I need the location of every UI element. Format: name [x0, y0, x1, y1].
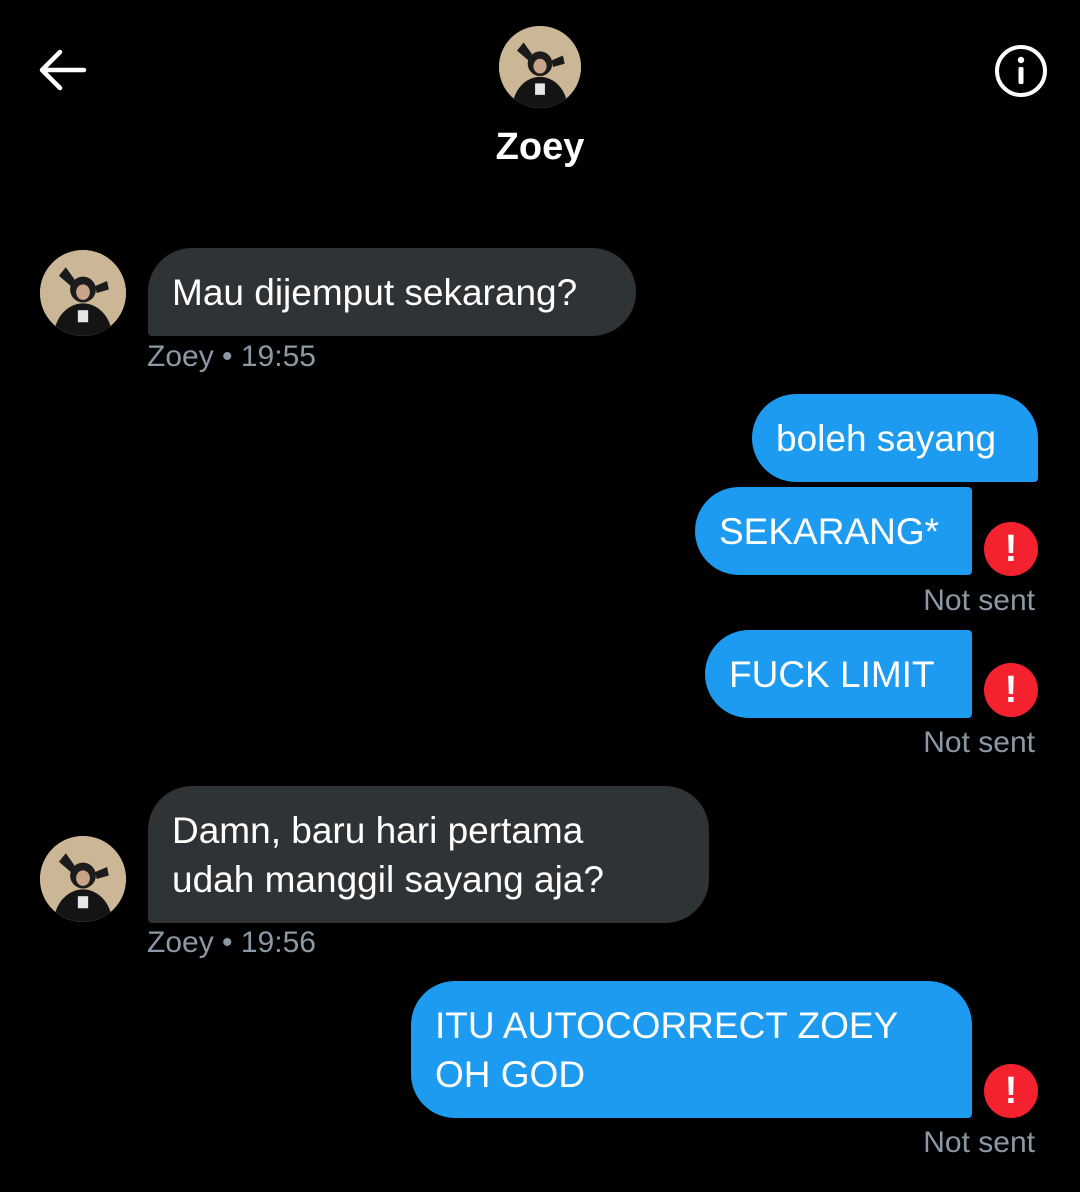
- error-icon[interactable]: !: [984, 1064, 1038, 1118]
- error-icon[interactable]: !: [984, 522, 1038, 576]
- avatar-photo: [40, 836, 126, 922]
- message-text: FUCK LIMIT: [729, 654, 935, 695]
- message-bubble-outgoing[interactable]: boleh sayang: [752, 394, 1038, 482]
- conversation-info-button[interactable]: [994, 44, 1048, 98]
- message-text-line: ITU AUTOCORRECT ZOEY: [435, 1005, 899, 1046]
- error-icon[interactable]: !: [984, 663, 1038, 717]
- message-text-line: udah manggil sayang aja?: [172, 859, 604, 900]
- message-status: Not sent: [923, 1126, 1035, 1159]
- message-bubble-outgoing[interactable]: FUCK LIMIT: [705, 630, 972, 718]
- contact-avatar[interactable]: [499, 26, 581, 108]
- message-bubble-incoming[interactable]: Damn, baru hari pertama udah manggil say…: [148, 786, 709, 923]
- avatar-photo: [499, 26, 581, 108]
- avatar-photo: [40, 250, 126, 336]
- message-text: boleh sayang: [776, 418, 997, 459]
- back-button[interactable]: [36, 48, 88, 92]
- message-text-line: Damn, baru hari pertama: [172, 810, 584, 851]
- message-bubble-outgoing[interactable]: ITU AUTOCORRECT ZOEY OH GOD: [411, 981, 972, 1118]
- contact-name: Zoey: [495, 126, 585, 168]
- message-bubble-outgoing[interactable]: SEKARANG*: [695, 487, 972, 575]
- message-text-line: OH GOD: [435, 1054, 586, 1095]
- message-text: Mau dijemput sekarang?: [172, 272, 578, 313]
- message-status: Not sent: [923, 726, 1035, 759]
- message-meta: Zoey • 19:55: [147, 340, 316, 373]
- sender-avatar[interactable]: [40, 836, 126, 922]
- info-icon: [995, 45, 1047, 97]
- message-meta: Zoey • 19:56: [147, 926, 316, 959]
- arrow-left-icon: [39, 49, 87, 91]
- message-status: Not sent: [923, 584, 1035, 617]
- sender-avatar[interactable]: [40, 250, 126, 336]
- message-bubble-incoming[interactable]: Mau dijemput sekarang?: [148, 248, 636, 336]
- message-text: SEKARANG*: [719, 511, 940, 552]
